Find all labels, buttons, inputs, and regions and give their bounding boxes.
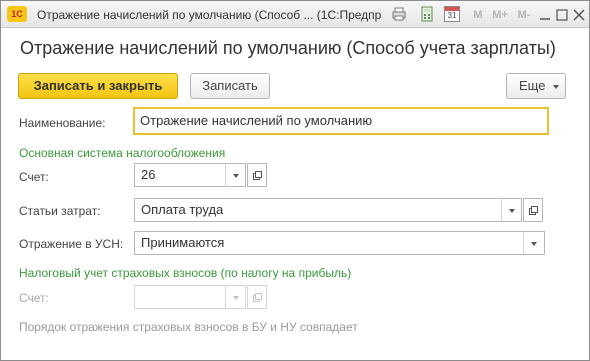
account-open-button[interactable] xyxy=(247,163,267,187)
name-input[interactable]: Отражение начислений по умолчанию xyxy=(133,107,549,135)
chevron-down-icon xyxy=(553,85,559,89)
insurance-account-dropdown-button xyxy=(225,285,246,309)
more-button-label: Еще xyxy=(519,78,546,93)
calendar-icon[interactable]: 31 xyxy=(444,6,460,22)
open-window-icon xyxy=(529,206,538,215)
save-and-close-button[interactable]: Записать и закрыть xyxy=(18,73,178,99)
maximize-icon[interactable] xyxy=(554,7,570,23)
section-insurance-tax: Налоговый учет страховых взносов (по нал… xyxy=(19,266,352,280)
memory-plus-button[interactable]: M+ xyxy=(490,7,510,23)
chevron-down-icon xyxy=(233,174,239,178)
usn-label: Отражение в УСН: xyxy=(19,237,124,251)
chevron-down-icon xyxy=(233,296,239,300)
calendar-day: 31 xyxy=(447,11,457,20)
chevron-down-icon xyxy=(509,209,515,213)
open-window-icon xyxy=(253,293,262,302)
app-logo[interactable]: 1С xyxy=(7,6,27,22)
form-window: 1С Отражение начислений по умолчанию (Сп… xyxy=(0,0,590,361)
cost-items-label: Статьи затрат: xyxy=(19,204,101,218)
more-button[interactable]: Еще xyxy=(506,73,566,99)
minimize-icon[interactable] xyxy=(537,7,553,23)
account-dropdown-button[interactable] xyxy=(225,163,246,187)
account-label: Счет: xyxy=(19,170,49,184)
chevron-down-icon xyxy=(531,242,537,246)
cost-items-dropdown-button[interactable] xyxy=(501,198,522,222)
insurance-account-label: Счет: xyxy=(19,291,49,305)
cost-items-open-button[interactable] xyxy=(523,198,543,222)
memory-minus-button[interactable]: M- xyxy=(514,7,534,23)
name-label: Наименование: xyxy=(19,116,106,130)
save-button[interactable]: Записать xyxy=(190,73,270,99)
account-input[interactable]: 26 xyxy=(134,163,226,187)
memory-button[interactable]: M xyxy=(471,7,485,23)
open-window-icon xyxy=(253,171,262,180)
close-icon[interactable] xyxy=(571,7,587,23)
page-title: Отражение начислений по умолчанию (Спосо… xyxy=(20,38,556,58)
calculator-icon[interactable] xyxy=(419,6,435,22)
usn-select[interactable]: Принимаются xyxy=(134,231,524,255)
window-title: Отражение начислений по умолчанию (Спосо… xyxy=(37,8,382,22)
cost-items-input[interactable]: Оплата труда xyxy=(134,198,502,222)
printer-icon[interactable] xyxy=(391,6,407,22)
title-bar: 1С Отражение начислений по умолчанию (Сп… xyxy=(1,1,589,28)
insurance-account-input xyxy=(134,285,226,309)
usn-dropdown-button[interactable] xyxy=(523,231,545,255)
insurance-note: Порядок отражения страховых взносов в БУ… xyxy=(19,320,358,334)
section-main-tax-system: Основная система налогообложения xyxy=(19,146,226,160)
insurance-account-open-button xyxy=(247,285,267,309)
